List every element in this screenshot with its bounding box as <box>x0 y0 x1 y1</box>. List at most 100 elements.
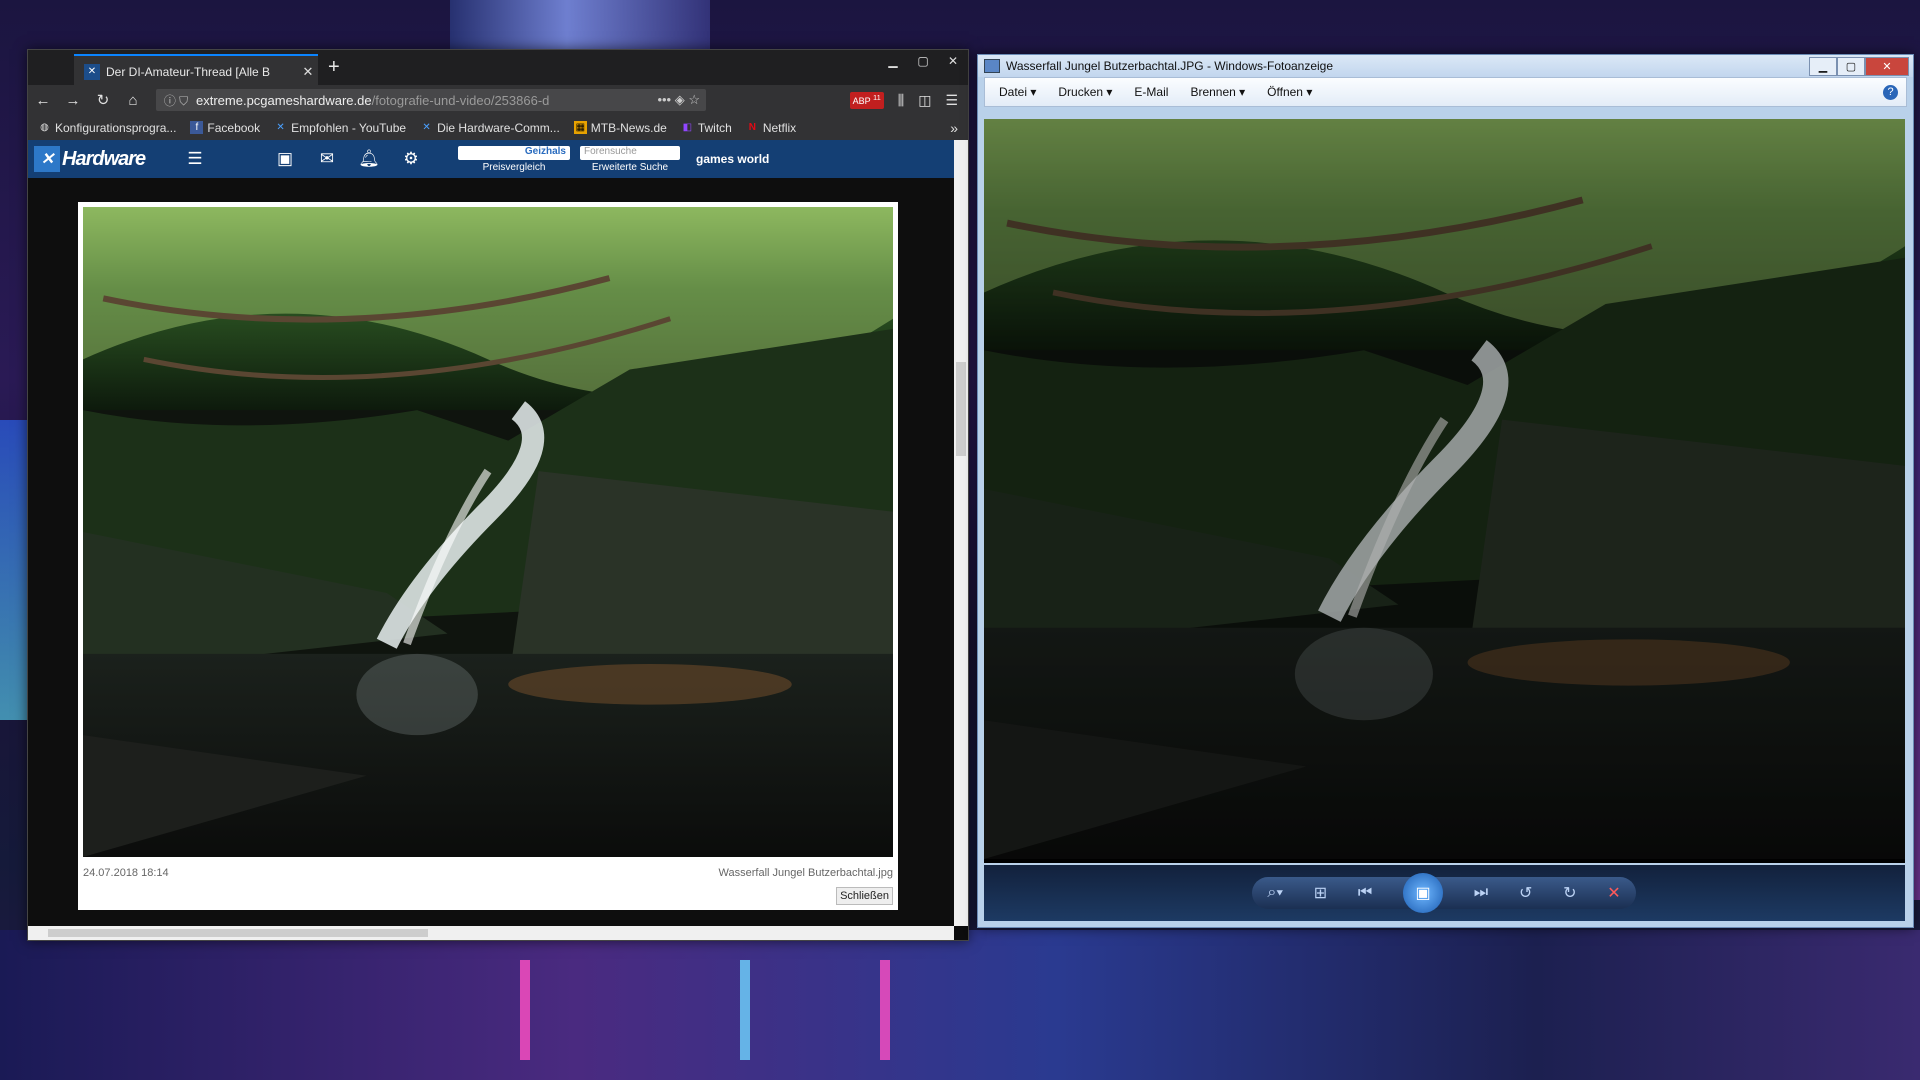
hamburger-icon[interactable]: ☰ <box>174 149 216 169</box>
maximize-icon[interactable]: ▢ <box>1837 56 1865 76</box>
photo-viewer-window: Wasserfall Jungel Butzerbachtal.JPG - Wi… <box>977 54 1914 928</box>
menu-label: Drucken <box>1058 85 1104 99</box>
library-icon[interactable]: ⫼ <box>898 92 904 109</box>
help-icon[interactable]: ? <box>1883 84 1898 100</box>
games-world-logo[interactable]: games world <box>696 152 769 166</box>
menu-datei[interactable]: Datei ▾ <box>999 85 1036 99</box>
advanced-search-link[interactable]: Erweiterte Suche <box>592 162 668 173</box>
back-icon[interactable]: ← <box>28 92 58 109</box>
wallpaper-neon <box>520 960 530 1060</box>
bookmark-item[interactable]: ✕ Empfohlen - YouTube <box>274 121 406 135</box>
title-bar: Wasserfall Jungel Butzerbachtal.JPG - Wi… <box>978 55 1913 77</box>
geizhals-search[interactable]: Geizhals Preisvergleich <box>458 145 570 173</box>
new-tab-button[interactable]: + <box>328 56 340 79</box>
adblock-icon[interactable]: ABP 11 <box>849 91 884 109</box>
url-actions[interactable]: ••• ◈ ☆ <box>630 92 706 108</box>
rotate-right-icon[interactable]: ↻ <box>1563 883 1576 903</box>
vertical-scrollbar[interactable] <box>954 140 968 926</box>
tab-active[interactable]: ✕ Der DI-Amateur-Thread [Alle B ✕ <box>74 54 318 87</box>
mail-icon[interactable]: ✉ <box>306 149 348 169</box>
bookmark-item[interactable]: f Facebook <box>190 121 260 135</box>
bookmark-item[interactable]: ✕ Die Hardware-Comm... <box>420 120 560 135</box>
next-icon[interactable]: ⏭ <box>1474 884 1488 902</box>
image-lightbox: 24.07.2018 18:14 Wasserfall Jungel Butze… <box>78 202 898 910</box>
home-icon[interactable]: ⌂ <box>118 92 148 109</box>
photo-viewer-icon <box>984 59 1000 73</box>
bookmark-label: Die Hardware-Comm... <box>437 120 560 135</box>
forum-search[interactable]: Forensuche Erweiterte Suche <box>580 145 680 173</box>
photo-date: 24.07.2018 18:14 <box>83 867 169 879</box>
bookmark-label: Facebook <box>207 120 261 135</box>
delete-icon[interactable]: ✕ <box>1607 883 1620 903</box>
nav-bar: ← → ↻ ⌂ ⓘ ⛉ extreme.pcgameshardware.de/f… <box>28 85 968 115</box>
adblock-badge: 11 <box>872 92 881 102</box>
bookmarks-overflow-icon[interactable]: » <box>950 120 968 136</box>
twitch-icon: ◧ <box>682 122 693 133</box>
sidebar-icon[interactable]: ◫ <box>918 92 931 109</box>
zoom-icon[interactable]: ⌕▾ <box>1267 884 1283 902</box>
geizhals-input[interactable]: Geizhals <box>458 145 570 160</box>
waterfall-photo <box>984 119 1905 859</box>
actual-size-icon[interactable]: ⊞ <box>1314 883 1327 903</box>
menu-icon[interactable]: ☰ <box>945 92 958 109</box>
mtb-icon: ▦ <box>573 121 587 134</box>
bookmark-item[interactable]: N Netflix <box>746 121 796 135</box>
firefox-window: ✕ Der DI-Amateur-Thread [Alle B ✕ + ▁ ▢ … <box>27 49 969 941</box>
site-header: ✕ Hardware ☰ ▣ ✉ 🔔︎ ⚙ Geizhals Preisvergl… <box>28 140 954 178</box>
url-text: extreme.pcgameshardware.de/fotografie-un… <box>196 93 630 108</box>
maximize-icon[interactable]: ▢ <box>908 50 938 72</box>
geizhals-label[interactable]: Preisvergleich <box>483 162 546 173</box>
forward-icon[interactable]: → <box>58 92 88 109</box>
menu-bar: Datei ▾ Drucken ▾ E-Mail Brennen ▾ Öffne… <box>984 77 1907 107</box>
viewer-controls: ⌕▾ ⊞ ⏮ ▣ ⏭ ↺ ↻ ✕ <box>984 865 1905 921</box>
url-bar[interactable]: ⓘ ⛉ extreme.pcgameshardware.de/fotografi… <box>156 89 706 111</box>
scroll-thumb[interactable] <box>48 929 428 937</box>
bookmark-label: Empfohlen - YouTube <box>291 120 407 135</box>
bookmark-item[interactable]: ◧ Twitch <box>681 121 732 135</box>
previous-icon[interactable]: ⏮ <box>1358 884 1372 902</box>
forum-search-input[interactable]: Forensuche <box>580 145 680 160</box>
bookmark-item[interactable]: ▦ MTB-News.de <box>573 121 667 135</box>
rotate-left-icon[interactable]: ↺ <box>1519 883 1532 903</box>
bookmark-label: Netflix <box>762 120 797 135</box>
settings-icon[interactable]: ⚙ <box>390 149 432 169</box>
scroll-thumb[interactable] <box>956 362 966 456</box>
url-path: /fotografie-und-video/253866-d <box>371 92 550 108</box>
minimize-icon[interactable]: ▁ <box>1809 56 1837 76</box>
horizontal-scrollbar[interactable] <box>28 926 954 940</box>
menu-email[interactable]: E-Mail <box>1134 85 1168 99</box>
window-controls: ▁ ▢ ✕ <box>1809 56 1909 76</box>
profile-icon[interactable]: ▣ <box>264 149 306 169</box>
wallpaper-neon <box>880 960 890 1060</box>
pcgh-icon: ✕ <box>276 122 285 133</box>
close-icon[interactable]: ✕ <box>1865 56 1909 76</box>
menu-brennen[interactable]: Brennen ▾ <box>1190 85 1245 99</box>
menu-label: Datei <box>999 85 1028 99</box>
bell-icon[interactable]: 🔔︎ <box>348 149 390 169</box>
site-info-icon[interactable]: ⓘ ⛉ <box>156 92 196 109</box>
image-view <box>984 119 1905 863</box>
menu-drucken[interactable]: Drucken ▾ <box>1058 85 1112 99</box>
bookmark-item[interactable]: ◍ Konfigurationsprogra... <box>38 121 176 135</box>
photo-filename: Wasserfall Jungel Butzerbachtal.jpg <box>718 867 893 879</box>
control-bar: ⌕▾ ⊞ ⏮ ▣ ⏭ ↺ ↻ ✕ <box>1252 873 1636 913</box>
netflix-icon: N <box>748 122 756 133</box>
close-icon[interactable]: ✕ <box>938 50 968 72</box>
pcgh-logo-icon: ✕ <box>34 146 60 172</box>
close-tab-icon[interactable]: ✕ <box>298 64 318 80</box>
slideshow-icon[interactable]: ▣ <box>1403 873 1444 913</box>
window-controls: ▁ ▢ ✕ <box>878 50 968 72</box>
tab-title: Der DI-Amateur-Thread [Alle B <box>106 64 271 79</box>
minimize-icon[interactable]: ▁ <box>878 50 908 72</box>
site-logo[interactable]: ✕ Hardware <box>28 140 174 178</box>
wallpaper-street <box>0 930 1920 1080</box>
reload-icon[interactable]: ↻ <box>88 91 118 109</box>
page-actions-icon[interactable]: ••• <box>657 92 671 107</box>
menu-oeffnen[interactable]: Öffnen ▾ <box>1267 85 1312 99</box>
url-domain: extreme.pcgameshardware.de <box>196 92 372 108</box>
globe-icon: ◍ <box>40 122 49 133</box>
pcgh-icon: ✕ <box>422 122 431 133</box>
bookmark-label: Konfigurationsprogra... <box>55 120 177 135</box>
page-content: ✕ Hardware ☰ ▣ ✉ 🔔︎ ⚙ Geizhals Preisvergl… <box>28 140 954 926</box>
lightbox-close-button[interactable]: Schließen <box>836 887 893 905</box>
